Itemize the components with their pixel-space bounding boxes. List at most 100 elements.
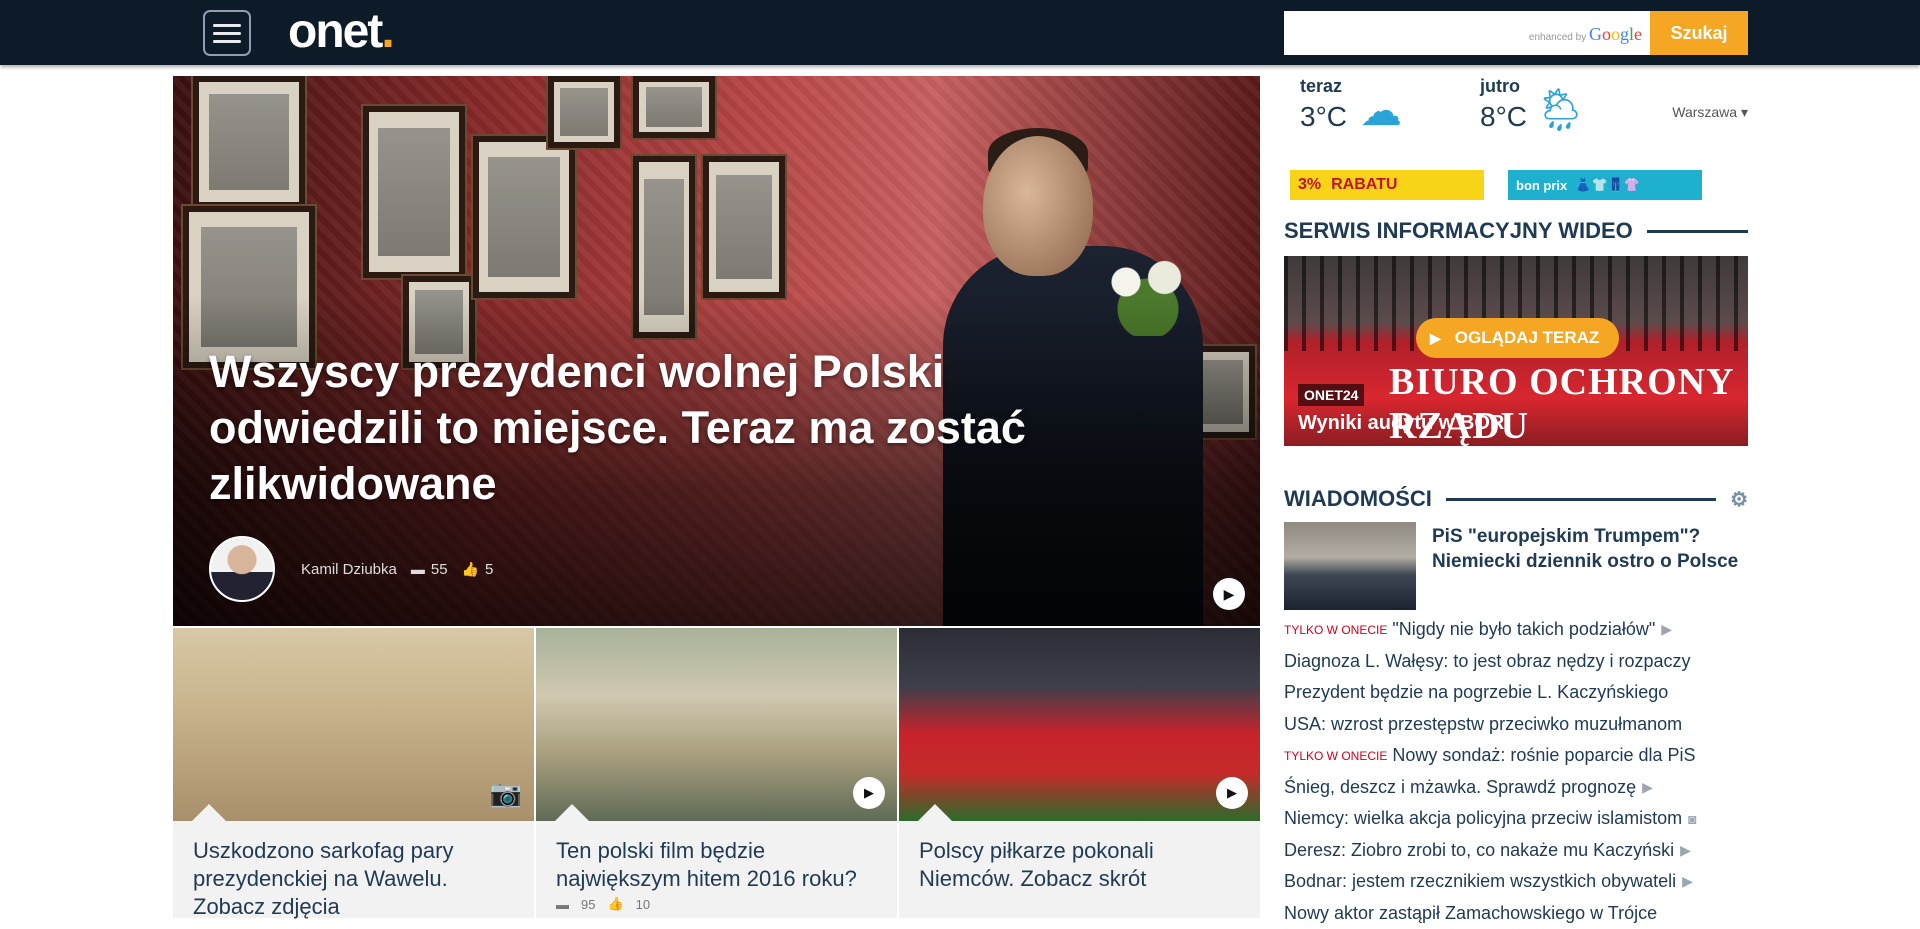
ad-brand: bon prix [1516, 178, 1567, 193]
google-logo: Google [1589, 24, 1642, 44]
camera-icon: ◙ [1688, 811, 1696, 827]
weather-now-label: teraz [1300, 76, 1347, 97]
play-icon: ▶ [1430, 330, 1441, 347]
article-card[interactable]: ▶ Ten polski film będzie największym hit… [536, 628, 897, 918]
play-icon: ▶ [1682, 873, 1693, 890]
article-card[interactable]: ▶ Polscy piłkarze pokonali Niemców. Zoba… [899, 628, 1260, 918]
watch-now-button[interactable]: ▶ OGLĄDAJ TERAZ [1416, 318, 1619, 358]
search-bar: enhanced by Google Szukaj [1284, 11, 1748, 55]
play-icon: ▶ [1661, 621, 1672, 638]
enhanced-by-text: enhanced by [1529, 32, 1586, 43]
weather-widget[interactable]: teraz 3°C ☁ jutro 8°C 🌦 Warszawa ▾ [1284, 76, 1748, 156]
video-section-header: SERWIS INFORMACYJNY WIDEO [1284, 218, 1748, 244]
weather-now: teraz 3°C [1300, 76, 1347, 133]
card-meta: ▬95 👍10 [556, 896, 650, 912]
news-section-title: WIADOMOŚCI [1284, 486, 1432, 512]
weather-tomorrow-label: jutro [1480, 76, 1527, 97]
tchibo-ad[interactable]: 3% RABATU [1290, 170, 1484, 200]
author-name: Kamil Dziubka [301, 561, 397, 578]
video-player[interactable]: BIURO OCHRONY RZĄDU ▶OGLĄDAJ TERAZ ONET2… [1284, 256, 1748, 446]
video-tag: ONET24 [1298, 384, 1364, 406]
play-icon: ▶ [853, 777, 885, 809]
logo-text[interactable]: onet [288, 5, 381, 58]
comments-value: 55 [431, 561, 448, 578]
chevron-down-icon: ▾ [1741, 104, 1748, 120]
news-list-item[interactable]: Śnieg, deszcz i mżawka. Sprawdź prognozę… [1284, 772, 1748, 804]
card-title[interactable]: Polscy piłkarze pokonali Niemców. Zobacz… [919, 837, 1240, 893]
news-headline[interactable]: Nowy aktor zastąpił Zamachowskiego w Tró… [1284, 903, 1657, 924]
divider [1446, 498, 1716, 501]
news-list-item[interactable]: Prezydent będzie na pogrzebie L. Kaczyńs… [1284, 677, 1748, 709]
weather-tomorrow: jutro 8°C [1480, 76, 1527, 133]
weather-city-select[interactable]: Warszawa ▾ [1672, 104, 1748, 121]
exclusive-tag: TYLKO W ONECIE [1284, 749, 1387, 763]
news-list-item[interactable]: Nowy aktor zastąpił Zamachowskiego w Tró… [1284, 898, 1748, 929]
clothes-icons: 👗👕👖👚 [1575, 177, 1640, 193]
google-enhanced-label: enhanced by Google [1529, 24, 1642, 45]
news-list-item[interactable]: Deresz: Ziobro zrobi to, co nakaże mu Ka… [1284, 835, 1748, 867]
card-title[interactable]: Ten polski film będzie największym hitem… [556, 837, 877, 893]
news-headline[interactable]: Nowy sondaż: rośnie poparcie dla PiS [1392, 745, 1695, 766]
hero-article[interactable]: Wszyscy prezydenci wolnej Polski odwiedz… [173, 76, 1260, 626]
hero-title[interactable]: Wszyscy prezydenci wolnej Polski odwiedz… [209, 344, 1109, 512]
ad-text: RABATU [1331, 176, 1397, 194]
sun-rain-icon: 🌦 [1534, 86, 1587, 135]
play-icon: ▶ [1216, 777, 1248, 809]
likes-value: 5 [485, 561, 493, 578]
comment-icon: ▬ [556, 897, 569, 912]
news-list-item[interactable]: TYLKO W ONECIE"Nigdy nie było takich pod… [1284, 614, 1748, 646]
card-image: 📷 [173, 628, 534, 821]
article-cards: 📷 Uszkodzono sarkofag pary prezydenckiej… [173, 628, 1260, 918]
gear-icon[interactable]: ⚙ [1730, 487, 1748, 512]
bonprix-ad[interactable]: bon prix 👗👕👖👚 [1508, 170, 1702, 200]
article-card[interactable]: 📷 Uszkodzono sarkofag pary prezydenckiej… [173, 628, 534, 918]
likes-count[interactable]: 👍5 [462, 561, 494, 578]
news-headline[interactable]: USA: wzrost przestępstw przeciwko muzułm… [1284, 714, 1682, 735]
watch-now-label: OGLĄDAJ TERAZ [1455, 328, 1600, 348]
menu-line [213, 40, 241, 43]
video-caption[interactable]: Wyniki audytu w BOR [1298, 412, 1504, 435]
card-image: ▶ [536, 628, 897, 821]
card-title[interactable]: Uszkodzono sarkofag pary prezydenckiej n… [193, 837, 514, 921]
thumbs-up-icon: 👍 [462, 561, 479, 578]
onet-logo[interactable]: onet. [288, 4, 393, 59]
news-list-item[interactable]: Niemcy: wielka akcja policyjna przeciw i… [1284, 803, 1748, 835]
cloud-icon: ☁ [1360, 86, 1402, 135]
ad-percent: 3% [1298, 176, 1321, 194]
news-list-item[interactable]: TYLKO W ONECIE Nowy sondaż: rośnie poparc… [1284, 740, 1748, 772]
menu-line [213, 24, 241, 27]
lead-news-image [1284, 522, 1416, 610]
news-list-item[interactable]: Bodnar: jestem rzecznikiem wszystkich ob… [1284, 866, 1748, 898]
video-section-title: SERWIS INFORMACYJNY WIDEO [1284, 218, 1633, 244]
search-input[interactable]: enhanced by Google [1284, 11, 1650, 55]
news-section-header: WIADOMOŚCI ⚙ [1284, 486, 1748, 512]
comment-icon: ▬ [411, 561, 425, 577]
news-headline[interactable]: Bodnar: jestem rzecznikiem wszystkich ob… [1284, 871, 1676, 892]
news-list-item[interactable]: USA: wzrost przestępstw przeciwko muzułm… [1284, 709, 1748, 741]
lead-news-title[interactable]: PiS "europejskim Trumpem"? Niemiecki dzi… [1432, 524, 1748, 574]
news-list: TYLKO W ONECIE "Nigdy nie było takich pod… [1284, 614, 1748, 929]
city-name: Warszawa [1672, 104, 1737, 120]
hamburger-menu-button[interactable] [203, 10, 251, 56]
news-headline[interactable]: Deresz: Ziobro zrobi to, co nakaże mu Ka… [1284, 840, 1674, 861]
news-headline[interactable]: Diagnoza L. Wałęsy: to jest obraz nędzy … [1284, 651, 1691, 672]
play-icon: ▶ [1680, 842, 1691, 859]
lead-news[interactable]: PiS "europejskim Trumpem"? Niemiecki dzi… [1284, 522, 1748, 610]
likes-value: 10 [636, 897, 650, 912]
news-headline[interactable]: "Nigdy nie było takich podziałów" [1392, 619, 1655, 640]
weather-now-temp: 3°C [1300, 101, 1347, 133]
play-icon[interactable]: ▶ [1213, 578, 1245, 610]
card-image: ▶ [899, 628, 1260, 821]
news-headline[interactable]: Prezydent będzie na pogrzebie L. Kaczyńs… [1284, 682, 1668, 703]
news-headline[interactable]: Niemcy: wielka akcja policyjna przeciw i… [1284, 808, 1682, 829]
news-list-item[interactable]: Diagnoza L. Wałęsy: to jest obraz nędzy … [1284, 646, 1748, 678]
top-bar: onet. enhanced by Google Szukaj [0, 0, 1920, 65]
ad-banners: 3% RABATU bon prix 👗👕👖👚 [1290, 170, 1702, 200]
search-button[interactable]: Szukaj [1650, 11, 1748, 55]
author-avatar [209, 536, 275, 602]
news-headline[interactable]: Śnieg, deszcz i mżawka. Sprawdź prognozę [1284, 777, 1636, 798]
hero-meta: Kamil Dziubka ▬55 👍5 [209, 536, 507, 602]
comments-count[interactable]: ▬ 55 [411, 561, 448, 578]
divider [1647, 230, 1748, 233]
thumbs-up-icon: 👍 [607, 896, 623, 912]
